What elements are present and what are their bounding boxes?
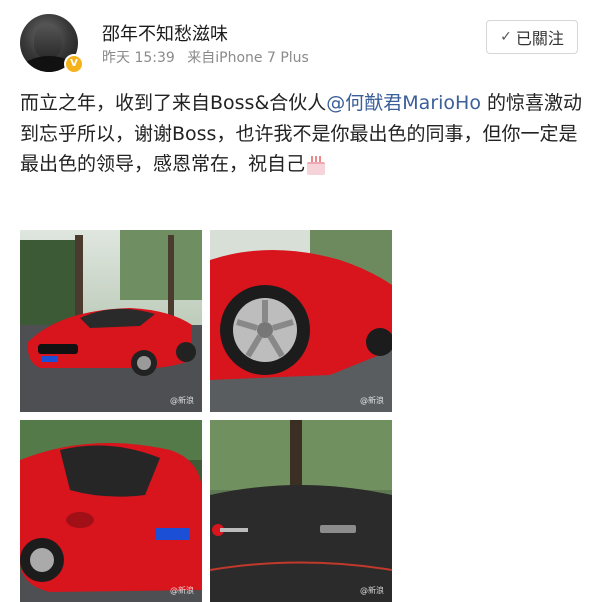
photo-red-ferrari-wheel[interactable]: @新浪 <box>210 230 392 412</box>
post-meta: 昨天 15:39 来自iPhone 7 Plus <box>102 47 309 67</box>
follow-button[interactable]: ✓ 已關注 <box>486 20 578 54</box>
photo-watermark: @新浪 <box>360 396 384 405</box>
avatar-face-shape <box>34 24 62 58</box>
post-time: 昨天 15:39 <box>102 50 175 66</box>
username[interactable]: 邵年不知愁滋味 <box>102 20 228 46</box>
follow-button-label: 已關注 <box>515 29 564 48</box>
check-icon: ✓ <box>500 29 512 45</box>
photo-grid: @新浪 @新浪 @新浪 @新浪 <box>20 230 392 602</box>
photo-watermark: @新浪 <box>170 586 194 595</box>
mention-link[interactable]: @何猷君MarioHo <box>326 92 481 114</box>
photo-watermark: @新浪 <box>170 396 194 405</box>
photo-ferrari-dashboard-key[interactable]: @新浪 <box>210 420 392 602</box>
birthday-cake-icon <box>305 153 327 175</box>
post-text: 而立之年，收到了来自Boss&合伙人@何猷君MarioHo 的惊喜激动到忘乎所以… <box>20 88 582 180</box>
post-source: 来自iPhone 7 Plus <box>187 50 309 66</box>
verified-badge-icon: V <box>64 54 84 74</box>
photo-red-ferrari-rear[interactable]: @新浪 <box>20 420 202 602</box>
photo-red-ferrari-front[interactable]: @新浪 <box>20 230 202 412</box>
post-text-part-1: 而立之年，收到了来自Boss&合伙人 <box>20 92 327 114</box>
post-header: V 邵年不知愁滋味 昨天 15:39 来自iPhone 7 Plus ✓ 已關注 <box>0 0 600 80</box>
photo-watermark: @新浪 <box>360 586 384 595</box>
